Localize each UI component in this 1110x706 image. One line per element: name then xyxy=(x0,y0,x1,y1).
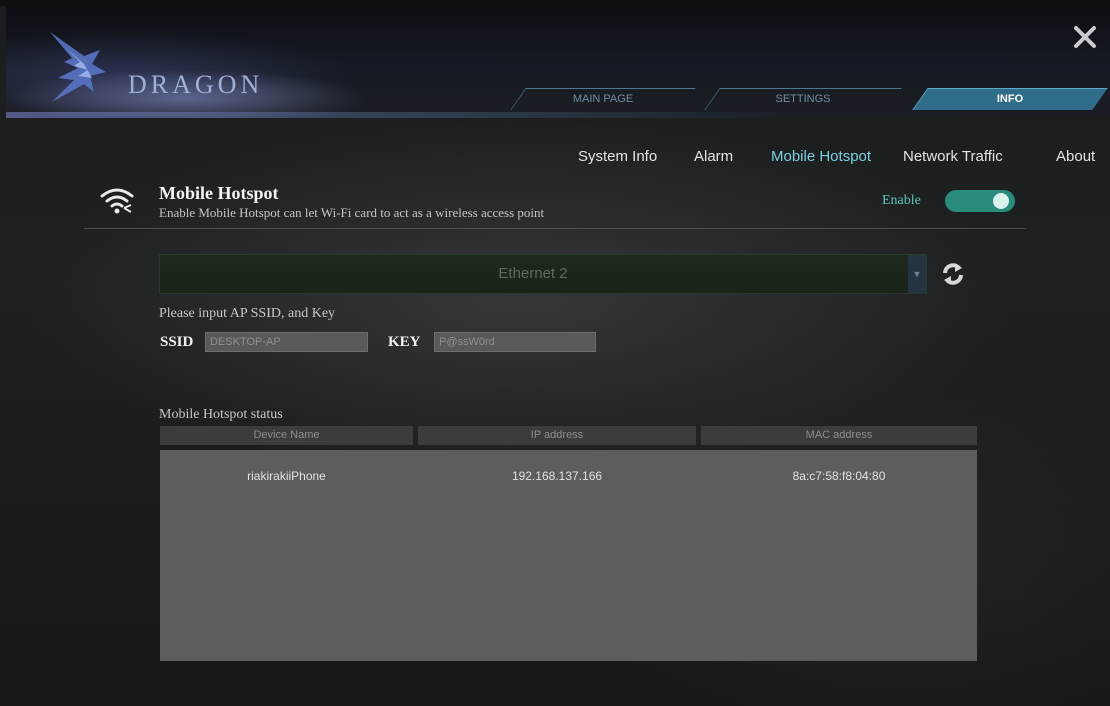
section-divider xyxy=(84,228,1026,229)
section-title: Mobile Hotspot xyxy=(159,183,279,203)
table-cell-device-name: riakirakiiPhone xyxy=(247,469,326,483)
status-title: Mobile Hotspot status xyxy=(159,407,283,422)
subnav-mobile-hotspot[interactable]: Mobile Hotspot xyxy=(771,148,871,165)
brand-name: DRAGON xyxy=(128,70,264,99)
subnav-system-info[interactable]: System Info xyxy=(578,148,657,165)
tab-info[interactable]: INFO xyxy=(912,88,1108,110)
column-header-device-name: Device Name xyxy=(160,426,413,445)
column-header-mac-address: MAC address xyxy=(701,426,977,445)
table-cell-ip-address: 192.168.137.166 xyxy=(511,469,603,483)
adapter-select[interactable]: Ethernet 2 ▼ xyxy=(159,254,927,294)
subnav-alarm[interactable]: Alarm xyxy=(694,148,733,165)
ssid-label: SSID xyxy=(160,334,194,350)
close-icon xyxy=(1074,26,1096,48)
tab-settings[interactable]: SETTINGS xyxy=(704,88,902,110)
tab-label: MAIN PAGE xyxy=(572,93,634,105)
wifi-share-icon xyxy=(100,188,134,214)
section-description: Enable Mobile Hotspot can let Wi-Fi card… xyxy=(159,205,545,220)
key-input[interactable] xyxy=(434,332,596,352)
ssid-key-prompt: Please input AP SSID, and Key xyxy=(159,306,336,321)
refresh-button[interactable] xyxy=(939,260,967,288)
app-header: DRAGON MAIN PAGE SETTINGS INFO xyxy=(6,6,1110,118)
subnav-network-traffic[interactable]: Network Traffic xyxy=(903,148,1003,165)
ssid-input[interactable] xyxy=(205,332,368,352)
table-cell-mac-address: 8a:c7:58:f8:04:80 xyxy=(792,469,886,483)
enable-label: Enable xyxy=(882,193,921,208)
refresh-icon xyxy=(943,263,963,285)
dragon-logo-icon xyxy=(50,32,106,102)
tab-main-page[interactable]: MAIN PAGE xyxy=(510,88,696,110)
tab-label: SETTINGS xyxy=(775,93,831,105)
tab-label: INFO xyxy=(996,93,1024,105)
key-label: KEY xyxy=(388,334,421,350)
chevron-down-icon: ▼ xyxy=(908,255,926,293)
subnav-about[interactable]: About xyxy=(1056,148,1095,165)
enable-toggle[interactable] xyxy=(945,190,1015,212)
close-button[interactable] xyxy=(1072,24,1098,50)
header-glow xyxy=(6,112,1110,118)
toggle-knob xyxy=(993,193,1009,209)
column-header-ip-address: IP address xyxy=(418,426,696,445)
adapter-selected-value: Ethernet 2 xyxy=(498,265,568,282)
